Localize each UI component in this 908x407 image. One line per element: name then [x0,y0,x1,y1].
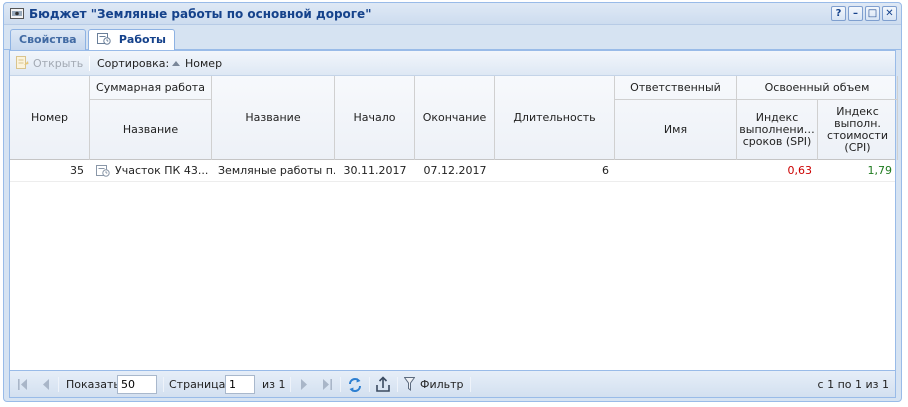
export-button[interactable] [375,371,391,398]
next-page-button[interactable] [300,371,308,398]
filter-button[interactable]: Фильтр [404,371,464,398]
pager-separator [340,377,341,392]
maximize-icon[interactable]: □ [865,6,880,21]
pager-separator [369,377,370,392]
col-spi[interactable]: Индекс выполнени… сроков (SPI) [737,100,818,160]
filter-label: Фильтр [420,378,464,391]
sort-field: Номер [185,57,223,70]
col-start[interactable]: Начало [335,76,415,160]
page-size-label: Показать [66,378,120,391]
minimize-icon[interactable]: – [848,6,863,21]
works-tab-icon [97,32,111,45]
tab-works-label: Работы [118,33,166,46]
works-toolbar: Открыть Сортировка: Номер [10,51,895,76]
toolbar-separator [89,56,90,71]
col-duration[interactable]: Длительность [495,76,615,160]
works-panel: Открыть Сортировка: Номер Номер Суммарна… [9,50,898,398]
pager-separator [397,377,398,392]
col-group-summary: Суммарная работа [90,76,212,100]
col-group-responsible: Ответственный [615,76,737,100]
pager-separator [290,377,291,392]
help-icon[interactable]: ? [831,6,846,21]
tab-works[interactable]: Работы [88,29,175,51]
open-icon [16,56,29,69]
cell-responsible [615,160,737,181]
summary-name-text: Участок ПК 43... [115,164,209,177]
window-icon [10,8,24,19]
col-number[interactable]: Номер [10,76,90,160]
filter-icon [404,377,415,391]
export-icon [375,371,391,398]
prev-page-button[interactable] [42,371,50,398]
grid-header: Номер Суммарная работа Название Название… [10,76,898,160]
pager-separator [163,377,164,392]
page-size-input[interactable] [117,375,157,394]
page-count-label: из 1 [262,378,286,391]
col-responsible-name[interactable]: Имя [615,100,737,160]
close-icon[interactable]: ✕ [882,6,897,21]
open-button[interactable]: Открыть [16,51,83,76]
cell-number: 35 [70,164,84,177]
cell-duration: 6 [602,164,609,177]
tab-properties[interactable]: Свойства [10,29,86,50]
col-name[interactable]: Название [212,76,335,160]
cell-start: 30.11.2017 [343,164,407,177]
col-group-earned: Освоенный объем [737,76,898,100]
tab-strip: Свойства Работы [4,26,901,51]
window-tools: ? – □ ✕ [831,6,897,21]
col-end[interactable]: Окончание [415,76,495,160]
refresh-icon [347,371,363,398]
col-summary-name[interactable]: Название [90,100,212,160]
budget-window: Бюджет "Земляные работы по основной доро… [3,2,902,402]
summary-work-icon [96,164,110,177]
tab-properties-label: Свойства [19,33,77,46]
refresh-button[interactable] [347,371,363,398]
paging-summary: с 1 по 1 из 1 [817,378,889,391]
cell-spi: 0,63 [787,164,813,177]
open-button-label: Открыть [33,57,84,70]
first-page-button[interactable] [18,371,28,398]
pager-separator [470,377,471,392]
last-page-button[interactable] [322,371,332,398]
page-label: Страница [169,378,226,391]
sort-asc-icon [172,61,180,66]
pagination-bar: Показать Страница из 1 [10,370,895,397]
cell-cpi: 1,79 [867,164,893,177]
sort-label: Сортировка: [97,57,170,70]
col-cpi[interactable]: Индекс выполн. стоимости (CPI) [818,100,898,160]
pager-separator [58,377,59,392]
cell-name: Земляные работы п... [218,164,335,177]
window-titlebar[interactable]: Бюджет "Земляные работы по основной доро… [4,3,901,25]
sort-button[interactable]: Номер [172,51,222,76]
cell-end: 07.12.2017 [423,164,487,177]
cell-summary-name: Участок ПК 43... [90,160,212,181]
table-row[interactable]: 35 Участок ПК 43... Земляные работы п...… [10,160,895,182]
window-title: Бюджет "Земляные работы по основной доро… [29,7,372,21]
page-number-input[interactable] [225,375,255,394]
